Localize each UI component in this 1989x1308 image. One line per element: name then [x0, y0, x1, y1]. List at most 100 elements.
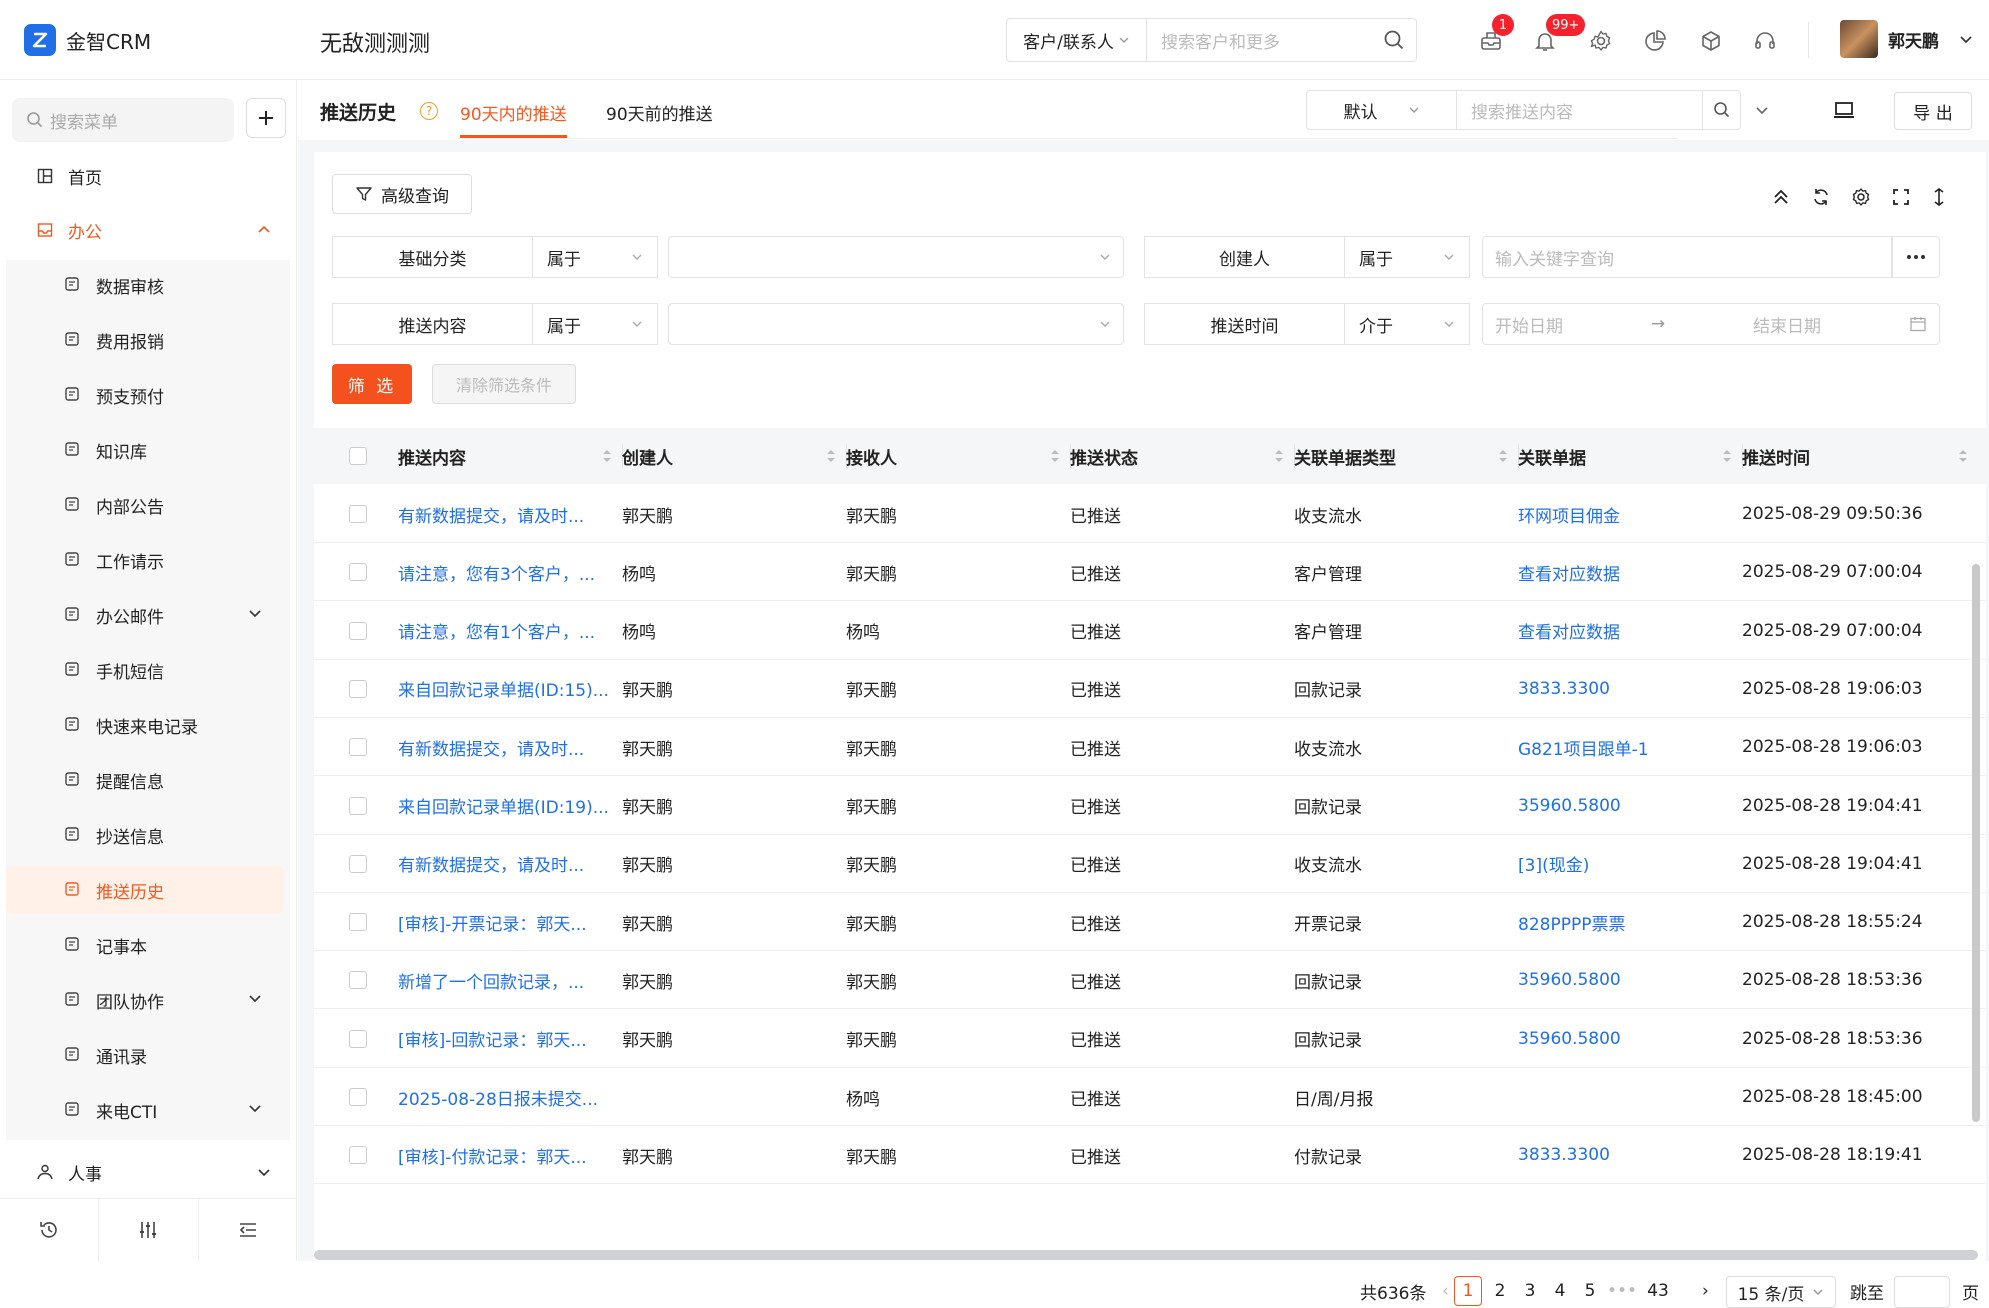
table-cell-6[interactable]: 35960.5800 [1518, 777, 1621, 835]
table-cell-1[interactable]: 2025-08-28日报未提交... [398, 1068, 598, 1126]
user-menu[interactable]: 郭天鹏 [1840, 20, 1973, 58]
table-cell-1[interactable]: 有新数据提交，请及时... [398, 485, 584, 543]
filter-operator-select[interactable]: 属于 [1345, 237, 1469, 277]
sort-icon[interactable] [1958, 448, 1968, 464]
add-button[interactable] [246, 98, 286, 138]
sliders-icon[interactable] [99, 1199, 199, 1261]
apply-filter-button[interactable]: 筛 选 [332, 364, 412, 404]
page-button[interactable]: 3 [1516, 1276, 1544, 1306]
history-icon[interactable] [0, 1199, 100, 1261]
column-header-6[interactable]: 关联单据 [1518, 428, 1586, 484]
refresh-icon[interactable] [1810, 186, 1832, 208]
table-row[interactable]: 有新数据提交，请及时... 郭天鹏 郭天鹏 已推送 收支流水 G821项目跟单-1 2025… [314, 718, 1986, 777]
sidebar-item-8[interactable]: 手机短信 [6, 646, 284, 694]
row-checkbox[interactable] [349, 1146, 367, 1165]
table-cell-6[interactable]: [3](现金) [1518, 835, 1589, 893]
headset-icon[interactable] [1752, 28, 1778, 54]
prev-page-icon[interactable]: ‹ [1442, 1276, 1449, 1306]
table-cell-6[interactable]: 查看对应数据 [1518, 602, 1620, 660]
column-header-7[interactable]: 推送时间 [1742, 428, 1810, 484]
menu-search-input[interactable]: 搜索菜单 [12, 98, 234, 142]
table-cell-6[interactable]: 35960.5800 [1518, 951, 1621, 1009]
bell-icon[interactable]: 99+ [1532, 14, 1586, 54]
row-checkbox[interactable] [349, 1088, 367, 1106]
table-cell-6[interactable]: G821项目跟单-1 [1518, 718, 1649, 776]
row-checkbox[interactable] [349, 621, 367, 640]
table-cell-1[interactable]: [审核]-开票记录：郭天... [398, 893, 587, 951]
sort-icon[interactable] [1722, 448, 1732, 464]
filter-creator-input[interactable]: 输入关键字查询 [1482, 236, 1892, 278]
start-date-input[interactable]: 开始日期 [1495, 312, 1563, 337]
sidebar-item-home[interactable]: 首页 [0, 154, 297, 198]
column-header-1[interactable]: 推送内容 [398, 428, 466, 484]
table-cell-1[interactable]: 新增了一个回款记录，... [398, 951, 584, 1009]
sidebar-item-6[interactable]: 工作请示 [6, 536, 284, 584]
page-size-select[interactable]: 15 条/页 [1726, 1276, 1836, 1308]
gear-icon[interactable] [1588, 28, 1614, 54]
table-cell-6[interactable]: 3833.3300 [1518, 1126, 1610, 1184]
table-cell-1[interactable]: 请注意，您有1个客户，... [398, 602, 595, 660]
table-cell-1[interactable]: [审核]-付款记录：郭天... [398, 1126, 587, 1184]
sidebar-item-12[interactable]: 推送历史 [6, 866, 284, 914]
more-options-button[interactable] [1892, 236, 1940, 278]
collapse-menu-icon[interactable] [199, 1199, 297, 1261]
table-cell-6[interactable]: 3833.3300 [1518, 660, 1610, 718]
filter-basic-category-value[interactable] [668, 236, 1124, 278]
sort-icon[interactable] [826, 448, 836, 464]
global-search-input[interactable]: 搜索客户和更多 [1147, 28, 1372, 53]
sidebar-item-16[interactable]: 来电CTI [6, 1086, 284, 1134]
sort-icon[interactable] [602, 448, 612, 464]
jump-page-input[interactable] [1894, 1276, 1950, 1308]
page-button[interactable]: 2 [1486, 1276, 1514, 1306]
table-row[interactable]: 请注意，您有1个客户，... 杨鸣 杨鸣 已推送 客户管理 查看对应数据 2025-08-2… [314, 602, 1986, 660]
sort-icon[interactable] [1050, 448, 1060, 464]
next-page-icon[interactable]: › [1702, 1276, 1709, 1306]
row-checkbox[interactable] [349, 971, 367, 990]
table-cell-1[interactable]: 来自回款记录单据(ID:19)... [398, 777, 609, 835]
sidebar-item-10[interactable]: 提醒信息 [6, 756, 284, 804]
row-checkbox[interactable] [349, 738, 367, 757]
sidebar-item-13[interactable]: 记事本 [6, 921, 284, 969]
row-height-icon[interactable] [1928, 186, 1950, 208]
column-header-4[interactable]: 推送状态 [1070, 428, 1138, 484]
row-checkbox[interactable] [349, 679, 367, 698]
clear-filter-button[interactable]: 清除筛选条件 [432, 364, 576, 404]
sidebar-item-2[interactable]: 费用报销 [6, 316, 284, 364]
row-checkbox[interactable] [349, 505, 367, 523]
table-cell-1[interactable]: 有新数据提交，请及时... [398, 718, 584, 776]
table-cell-1[interactable]: 来自回款记录单据(ID:15)... [398, 660, 609, 718]
sidebar-item-4[interactable]: 知识库 [6, 426, 284, 474]
date-range-picker[interactable]: 开始日期 → 结束日期 [1482, 303, 1940, 345]
page-button[interactable]: 43 [1644, 1276, 1672, 1306]
cube-icon[interactable] [1698, 28, 1724, 54]
vertical-scrollbar[interactable] [1972, 564, 1980, 1122]
select-all-checkbox[interactable] [349, 447, 367, 465]
more-pages-icon[interactable]: ••• [1607, 1276, 1637, 1306]
table-row[interactable]: 2025-08-28日报未提交... 杨鸣 已推送 日/周/月报 2025-08-28 … [314, 1068, 1986, 1126]
view-select[interactable]: 默认 [1307, 91, 1457, 129]
sidebar-item-15[interactable]: 通讯录 [6, 1031, 284, 1079]
push-search-input[interactable]: 搜索推送内容 [1457, 98, 1702, 123]
table-cell-6[interactable]: 828PPPP票票 [1518, 893, 1625, 951]
row-checkbox[interactable] [349, 563, 367, 582]
table-cell-1[interactable]: 有新数据提交，请及时... [398, 835, 584, 893]
sidebar-item-1[interactable]: 数据审核 [6, 261, 284, 309]
table-cell-6[interactable]: 35960.5800 [1518, 1010, 1621, 1068]
column-header-3[interactable]: 接收人 [846, 428, 897, 484]
sort-icon[interactable] [1274, 448, 1284, 464]
pie-chart-icon[interactable] [1642, 28, 1668, 54]
help-icon[interactable]: ? [420, 102, 438, 120]
chevron-down-icon[interactable] [1754, 102, 1770, 123]
page-button[interactable]: 4 [1546, 1276, 1574, 1306]
tab-before-90-days[interactable]: 90天前的推送 [606, 100, 713, 125]
settings-icon[interactable] [1850, 186, 1872, 208]
row-checkbox[interactable] [349, 854, 367, 873]
table-cell-6[interactable]: 查看对应数据 [1518, 543, 1620, 601]
column-header-2[interactable]: 创建人 [622, 428, 673, 484]
table-cell-1[interactable]: [审核]-回款记录：郭天... [398, 1010, 587, 1068]
table-row[interactable]: [审核]-付款记录：郭天... 郭天鹏 郭天鹏 已推送 付款记录 3833.3300 202… [314, 1126, 1986, 1185]
tab-within-90-days[interactable]: 90天内的推送 [460, 100, 567, 125]
sidebar-item-11[interactable]: 抄送信息 [6, 811, 284, 859]
row-checkbox[interactable] [349, 796, 367, 815]
table-row[interactable]: 来自回款记录单据(ID:19)... 郭天鹏 郭天鹏 已推送 回款记录 35960.580… [314, 777, 1986, 835]
